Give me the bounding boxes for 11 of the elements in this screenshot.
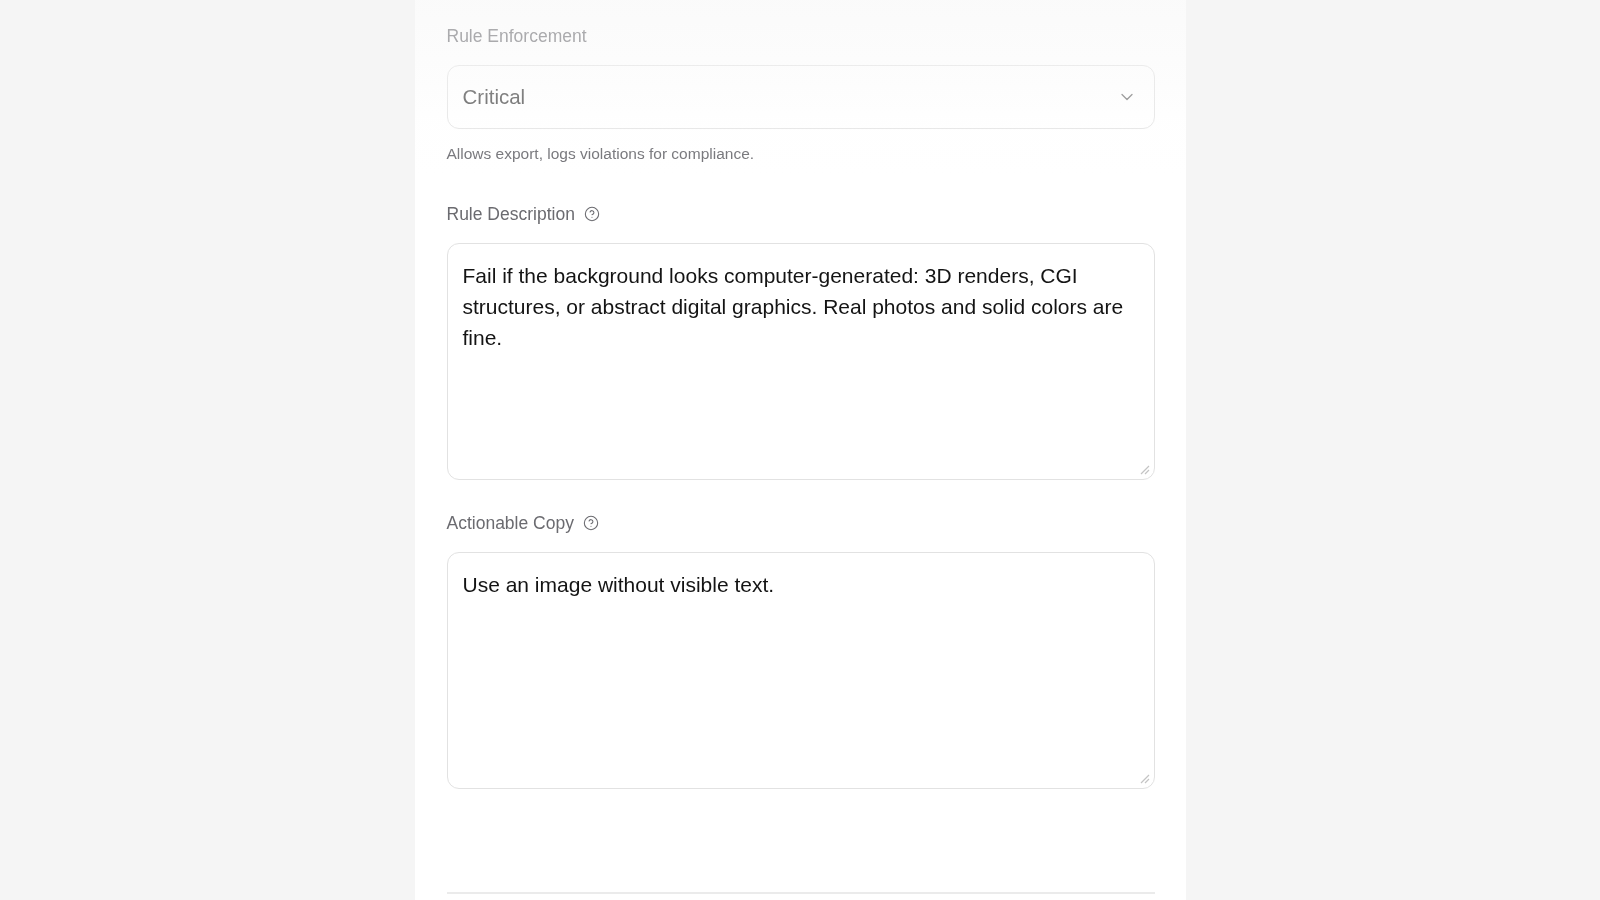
textarea-field[interactable]: Fail if the background looks computer-generated: 3D renders, CGI structures, or abstract digital graphics. Real photos and solid colors are fine. xyxy=(446,243,1155,480)
field-label: Rule Description xyxy=(446,203,575,226)
resize-grip-icon[interactable] xyxy=(1139,774,1150,784)
field-label: Actionable Copy xyxy=(446,512,574,535)
helper-text: Allows export, logs violations for compliance. xyxy=(446,144,756,164)
resize-grip-icon[interactable] xyxy=(1139,465,1150,475)
help-icon[interactable] xyxy=(583,206,600,222)
textarea-field[interactable]: Use an image without visible text. xyxy=(446,552,1155,789)
help-icon[interactable] xyxy=(582,515,599,531)
field-label: Rule Enforcement xyxy=(446,25,587,48)
dropdown-select[interactable]: Critical xyxy=(446,65,1155,129)
